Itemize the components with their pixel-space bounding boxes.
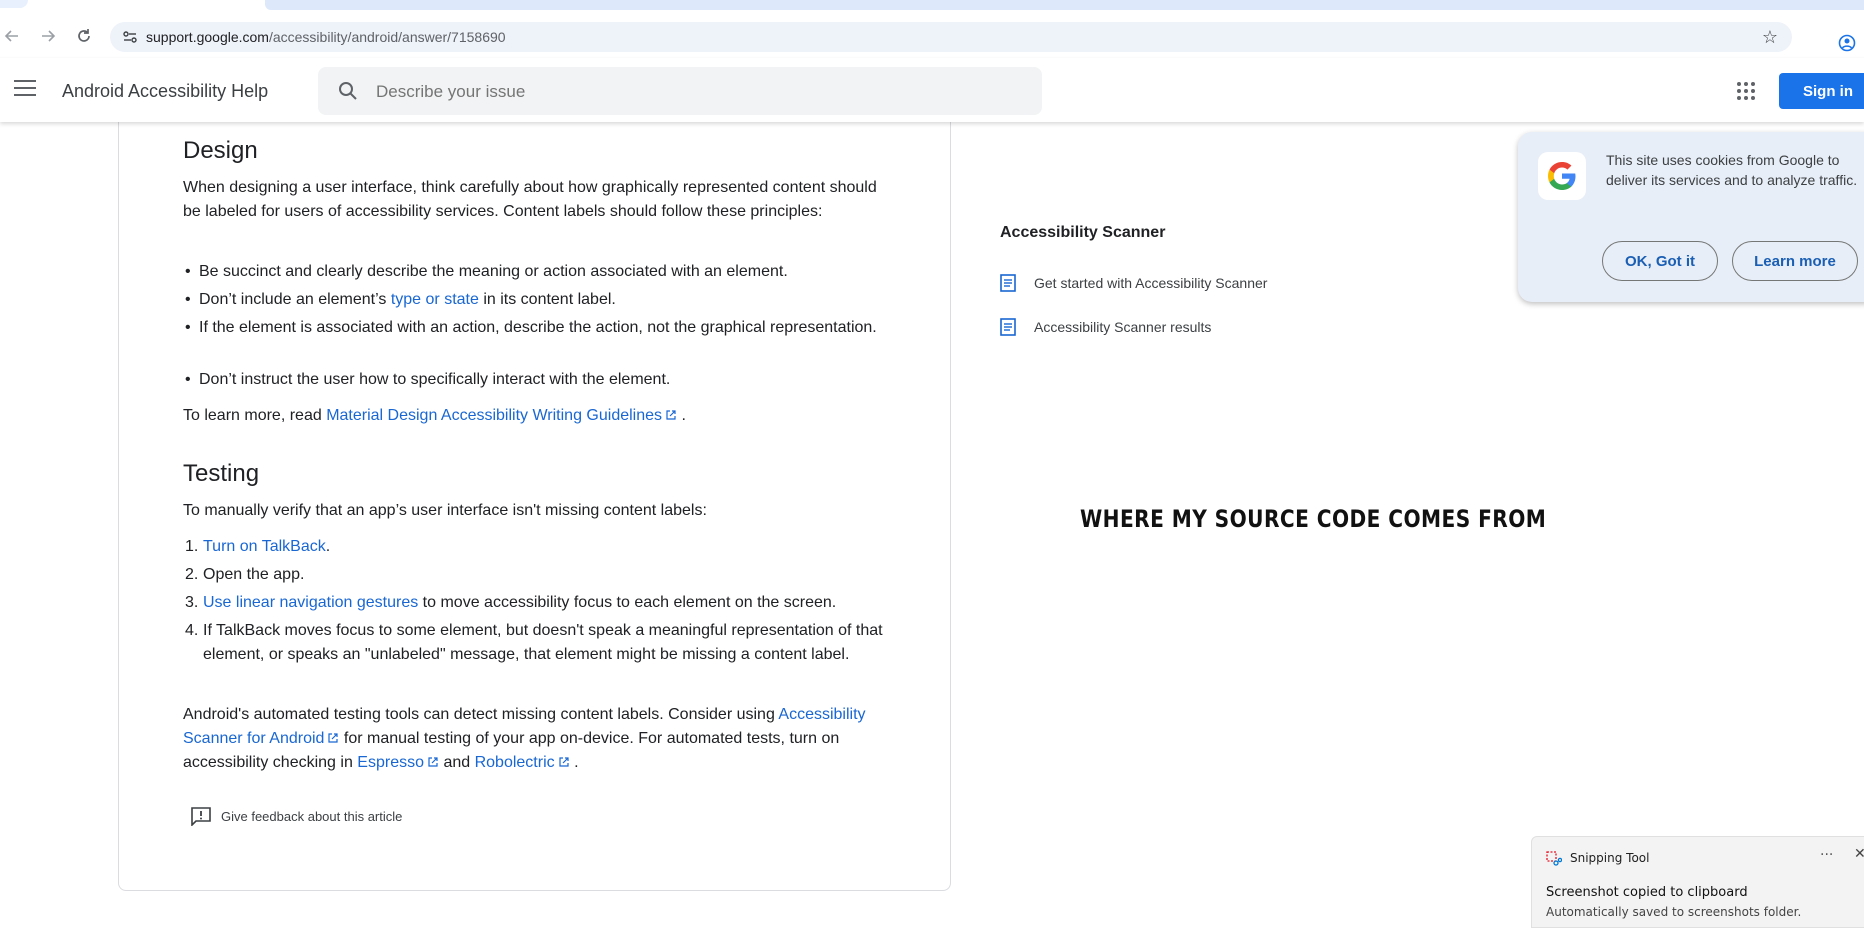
profile-icon[interactable]: [1838, 34, 1860, 56]
sidebar-item-get-started[interactable]: Get started with Accessibility Scanner: [1000, 274, 1267, 292]
feedback-link[interactable]: Give feedback about this article: [190, 806, 402, 826]
step-text: to move accessibility focus to each elem…: [418, 594, 837, 611]
learn-more-end: .: [681, 407, 686, 424]
sidebar-item-results[interactable]: Accessibility Scanner results: [1000, 318, 1211, 336]
active-tab[interactable]: [265, 0, 1864, 10]
menu-icon[interactable]: [14, 80, 36, 98]
external-link-icon: [328, 733, 339, 743]
notification-title: Screenshot copied to clipboard: [1546, 885, 1748, 900]
external-link-icon: [666, 410, 676, 420]
learn-more-text: To learn more, read: [183, 407, 327, 424]
google-logo-icon: [1538, 152, 1586, 200]
bullet-text: Be succinct and clearly describe the mea…: [199, 263, 788, 280]
notification-subtitle: Automatically saved to screenshots folde…: [1546, 905, 1802, 919]
reload-icon[interactable]: [72, 24, 96, 48]
robolectric-link-text: Robolectric: [474, 754, 555, 771]
cookie-text: This site uses cookies from Google to de…: [1606, 152, 1858, 188]
auto-text: and: [439, 754, 475, 771]
overlay-caption: WHERE MY SOURCE CODE COMES FROM: [1080, 505, 1547, 533]
feedback-text: Give feedback about this article: [221, 808, 403, 824]
sidebar-item-label: Get started with Accessibility Scanner: [1034, 275, 1268, 291]
bullet-text: If the element is associated with an act…: [199, 319, 877, 336]
site-info-icon[interactable]: [122, 29, 138, 45]
search-icon: [338, 81, 358, 106]
notification-app-name: Snipping Tool: [1570, 851, 1650, 865]
close-icon[interactable]: ✕: [1854, 846, 1864, 862]
testing-heading: Testing: [183, 460, 260, 487]
robolectric-link[interactable]: Robolectric: [475, 754, 570, 771]
tab-left[interactable]: [0, 0, 28, 8]
linear-navigation-link[interactable]: Use linear navigation gestures: [203, 594, 418, 611]
learn-more-paragraph: To learn more, read Material Design Acce…: [183, 404, 883, 428]
espresso-link-text: Espresso: [357, 754, 424, 771]
help-center-title[interactable]: Android Accessibility Help: [62, 81, 268, 102]
help-header: Android Accessibility Help Sign in: [0, 58, 1864, 122]
snipping-tool-icon: [1546, 851, 1562, 866]
bullet-text: in its content label.: [478, 291, 616, 308]
bookmark-star-icon[interactable]: ☆: [1762, 27, 1778, 48]
step-text: Open the app.: [203, 566, 305, 583]
material-guidelines-link[interactable]: Material Design Accessibility Writing Gu…: [326, 407, 677, 424]
learn-more-button[interactable]: Learn more: [1732, 241, 1858, 281]
design-heading: Design: [183, 137, 258, 164]
address-bar[interactable]: support.google.com/accessibility/android…: [110, 22, 1792, 52]
back-icon[interactable]: [0, 24, 24, 48]
sign-in-button[interactable]: Sign in: [1779, 73, 1864, 109]
sidebar-title: Accessibility Scanner: [1000, 224, 1166, 241]
google-apps-icon[interactable]: [1737, 82, 1755, 100]
forward-icon[interactable]: [36, 24, 60, 48]
feedback-icon: [191, 807, 211, 826]
espresso-link[interactable]: Espresso: [357, 754, 439, 771]
url-host: support.google.com: [146, 29, 269, 45]
bullet-text: Don’t instruct the user how to specifica…: [199, 371, 671, 388]
step-text: If TalkBack moves focus to some element,…: [203, 622, 883, 663]
external-link-icon: [428, 757, 438, 767]
testing-intro: To manually verify that an app’s user in…: [183, 502, 707, 519]
automated-testing-paragraph: Android's automated testing tools can de…: [183, 703, 883, 775]
external-link-icon: [559, 757, 569, 767]
more-options-icon[interactable]: ···: [1820, 847, 1833, 863]
auto-text: Android's automated testing tools can de…: [183, 706, 779, 723]
material-guidelines-link-text: Material Design Accessibility Writing Gu…: [326, 407, 663, 424]
bullet-text: Don’t include an element’s: [199, 291, 391, 308]
turn-on-talkback-link[interactable]: Turn on TalkBack: [203, 538, 326, 555]
url-path: /accessibility/android/answer/7158690: [268, 29, 506, 45]
document-icon: [1000, 274, 1016, 292]
type-or-state-link[interactable]: type or state: [391, 291, 479, 308]
search-input[interactable]: [374, 79, 1018, 105]
auto-text: .: [574, 754, 579, 771]
snipping-tool-notification[interactable]: Snipping Tool ··· ✕ Screenshot copied to…: [1531, 836, 1864, 928]
browser-toolbar: support.google.com/accessibility/android…: [0, 10, 1864, 58]
design-intro: When designing a user interface, think c…: [183, 179, 877, 220]
ok-got-it-button[interactable]: OK, Got it: [1602, 241, 1718, 281]
sidebar-item-label: Accessibility Scanner results: [1034, 319, 1212, 335]
url-text[interactable]: support.google.com/accessibility/android…: [146, 29, 506, 45]
step-text: .: [325, 538, 331, 555]
tab-strip: [0, 0, 1864, 10]
cookie-banner: This site uses cookies from Google to de…: [1518, 132, 1864, 302]
search-box[interactable]: [318, 67, 1042, 115]
document-icon: [1000, 318, 1016, 336]
